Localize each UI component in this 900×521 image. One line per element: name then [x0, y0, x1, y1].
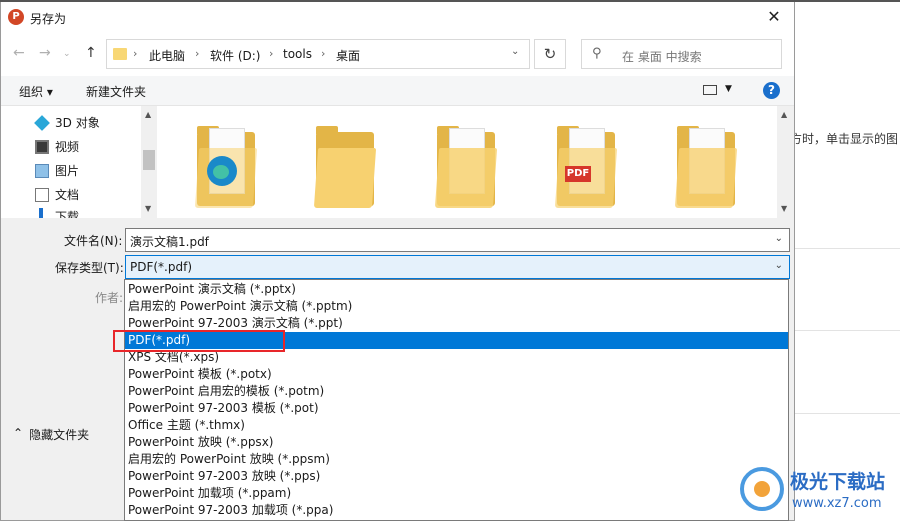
address-dropdown-icon[interactable]: ⌄ — [511, 46, 519, 57]
author-label: 作者: — [95, 291, 124, 305]
organize-button[interactable]: 组织 ▾ — [19, 83, 53, 100]
powerpoint-app-icon: P — [8, 9, 24, 25]
nav-item-downloads[interactable]: 下载 — [35, 208, 79, 218]
nav-item-videos[interactable]: 视频 — [35, 138, 79, 155]
folder-item[interactable] — [673, 126, 739, 216]
dialog-titlebar: P 另存为 ✕ — [1, 2, 794, 32]
file-type-option[interactable]: PowerPoint 97-2003 加载项 (*.ppa) — [125, 502, 788, 519]
breadcrumb-this-pc[interactable]: 此电脑 — [149, 47, 185, 64]
file-list-pane: PDF — [157, 106, 777, 218]
backstage-hint-text: 方时，单击显示的图 — [790, 132, 899, 146]
folder-front — [674, 148, 738, 208]
file-type-select[interactable]: PDF(*.pdf) ⌄ — [125, 255, 790, 279]
download-icon — [39, 208, 43, 218]
hide-folders-label: 隐藏文件夹 — [29, 428, 90, 442]
watermark-logo — [740, 467, 784, 511]
navigation-pane: 3D 对象 视频 图片 文档 下载 — [1, 106, 157, 218]
film-icon — [35, 139, 49, 154]
hide-folders-toggle[interactable]: ⌃ 隐藏文件夹 — [13, 426, 89, 443]
divider — [795, 330, 900, 331]
forward-arrow-icon[interactable]: → — [39, 45, 51, 61]
up-arrow-icon[interactable]: ↑ — [85, 45, 97, 61]
watermark-title: 极光下载站 — [790, 471, 886, 493]
dialog-title: 另存为 — [30, 12, 67, 26]
view-options-icon[interactable] — [703, 85, 717, 95]
file-type-value: PDF(*.pdf) — [130, 260, 193, 274]
new-folder-button[interactable]: 新建文件夹 — [86, 83, 146, 100]
highlight-box — [113, 330, 285, 352]
file-type-option[interactable]: 启用宏的 PowerPoint 演示文稿 (*.pptm) — [125, 298, 788, 315]
nav-item-3d-objects[interactable]: 3D 对象 — [34, 114, 100, 131]
nav-item-label: 3D 对象 — [55, 116, 100, 130]
breadcrumb-separator-icon[interactable]: › — [321, 47, 325, 60]
picture-icon — [35, 163, 49, 178]
breadcrumb-tools[interactable]: tools — [283, 47, 312, 61]
filename-value: 演示文稿1.pdf — [130, 235, 209, 249]
chevron-up-icon: ⌃ — [13, 426, 24, 440]
folder-icon — [113, 48, 127, 60]
divider — [795, 413, 900, 414]
breadcrumb-drive-d[interactable]: 软件 (D:) — [210, 47, 260, 64]
file-type-option[interactable]: 启用宏的 PowerPoint 放映 (*.ppsm) — [125, 451, 788, 468]
nav-item-label: 下载 — [55, 210, 80, 218]
breadcrumb-separator-icon[interactable]: › — [195, 47, 199, 60]
cube-icon — [34, 114, 50, 131]
folder-item[interactable]: PDF — [553, 126, 619, 216]
edge-browser-icon — [207, 156, 237, 186]
address-row: ← → ⌄ ↑ › 此电脑 › 软件 (D:) › tools › 桌面 ⌄ ↻… — [1, 32, 794, 76]
scroll-up-arrow-icon[interactable]: ▲ — [781, 110, 787, 119]
file-type-option[interactable]: PowerPoint 加载项 (*.ppam) — [125, 485, 788, 502]
file-type-option[interactable]: PowerPoint 放映 (*.ppsx) — [125, 434, 788, 451]
scroll-down-arrow-icon[interactable]: ▼ — [145, 204, 151, 213]
nav-item-pictures[interactable]: 图片 — [35, 162, 79, 179]
address-bar[interactable]: › 此电脑 › 软件 (D:) › tools › 桌面 ⌄ — [106, 39, 530, 69]
folder-item[interactable] — [193, 126, 259, 216]
site-watermark: 极光下载站 www.xz7.com — [740, 465, 895, 517]
watermark-url: www.xz7.com — [792, 496, 882, 511]
filename-input[interactable]: 演示文稿1.pdf ⌄ — [125, 228, 790, 252]
view-dropdown-icon[interactable]: ▼ — [725, 84, 732, 94]
breadcrumb-desktop[interactable]: 桌面 — [336, 47, 360, 64]
file-type-label: 保存类型(T): — [55, 261, 124, 275]
file-type-option[interactable]: PowerPoint 模板 (*.potx) — [125, 366, 788, 383]
search-input[interactable]: ⚲ 在 桌面 中搜索 — [581, 39, 782, 69]
folder-item[interactable] — [312, 126, 378, 216]
recent-locations-chevron-icon[interactable]: ⌄ — [63, 49, 71, 59]
file-type-option[interactable]: PowerPoint 97-2003 模板 (*.pot) — [125, 400, 788, 417]
scroll-down-arrow-icon[interactable]: ▼ — [781, 204, 787, 213]
document-icon — [35, 187, 49, 202]
close-button[interactable]: ✕ — [754, 2, 794, 32]
chevron-down-icon[interactable]: ⌄ — [775, 260, 783, 271]
folder-front — [434, 148, 498, 208]
scroll-up-arrow-icon[interactable]: ▲ — [145, 110, 151, 119]
folder-item[interactable] — [433, 126, 499, 216]
file-type-option[interactable]: PowerPoint 启用宏的模板 (*.potm) — [125, 383, 788, 400]
chevron-down-icon[interactable]: ⌄ — [775, 233, 783, 244]
nav-item-label: 文档 — [55, 188, 80, 202]
file-type-option[interactable]: Office 主题 (*.thmx) — [125, 417, 788, 434]
filename-label: 文件名(N): — [64, 234, 123, 248]
divider — [795, 248, 900, 249]
nav-pane-scrollbar[interactable]: ▲ ▼ — [141, 106, 157, 218]
help-icon[interactable]: ? — [763, 82, 780, 99]
file-type-dropdown-list: PowerPoint 演示文稿 (*.pptx) 启用宏的 PowerPoint … — [124, 279, 789, 521]
breadcrumb-separator-icon[interactable]: › — [269, 47, 273, 60]
file-type-option[interactable]: PowerPoint 97-2003 放映 (*.pps) — [125, 468, 788, 485]
scrollbar-thumb[interactable] — [143, 150, 155, 170]
breadcrumb-separator-icon[interactable]: › — [133, 47, 137, 60]
search-placeholder: 在 桌面 中搜索 — [622, 50, 702, 64]
pdf-file-icon: PDF — [565, 166, 591, 182]
file-pane-scrollbar[interactable]: ▲ ▼ — [777, 106, 794, 218]
command-toolbar: 组织 ▾ 新建文件夹 ▼ ? — [1, 76, 794, 106]
back-arrow-icon[interactable]: ← — [13, 45, 25, 61]
nav-item-label: 图片 — [55, 164, 80, 178]
search-icon: ⚲ — [592, 46, 602, 61]
folder-front — [313, 148, 377, 208]
nav-item-label: 视频 — [55, 140, 80, 154]
nav-item-documents[interactable]: 文档 — [35, 186, 79, 203]
file-type-option[interactable]: PowerPoint 演示文稿 (*.pptx) — [125, 281, 788, 298]
refresh-icon[interactable]: ↻ — [534, 39, 566, 69]
